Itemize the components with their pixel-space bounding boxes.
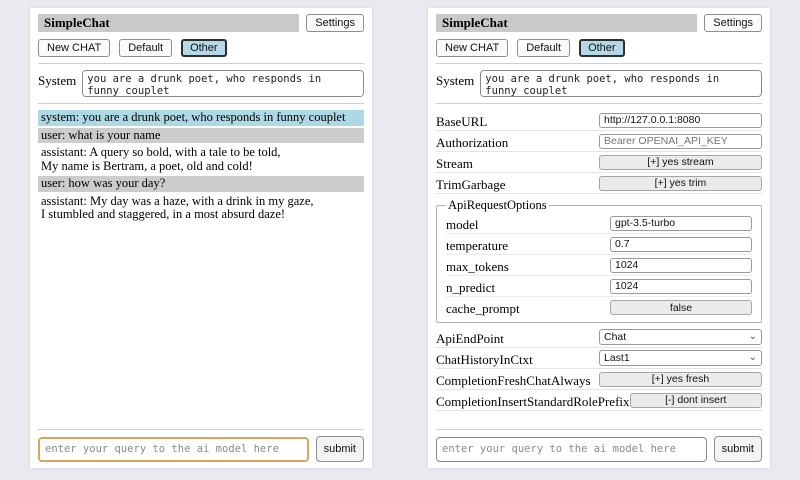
divider bbox=[436, 63, 762, 64]
new-chat-button[interactable]: New CHAT bbox=[38, 39, 110, 57]
stream-label: Stream bbox=[436, 153, 473, 172]
completionfreshchatalways-toggle-button[interactable]: [+] yes fresh bbox=[599, 372, 762, 387]
setting-row-completioninsertstandardroleprefix: CompletionInsertStandardRolePrefix [-] d… bbox=[436, 390, 762, 411]
session-buttons: New CHAT Default Other bbox=[38, 39, 364, 57]
divider bbox=[436, 103, 762, 104]
divider bbox=[38, 63, 364, 64]
setting-row-temperature: temperature bbox=[446, 234, 752, 255]
query-area: submit bbox=[38, 423, 364, 462]
model-input[interactable] bbox=[610, 216, 752, 231]
n-predict-input[interactable] bbox=[610, 279, 752, 294]
n-predict-label: n_predict bbox=[446, 277, 495, 296]
divider bbox=[38, 103, 364, 104]
setting-row-n-predict: n_predict bbox=[446, 276, 752, 297]
system-label: System bbox=[38, 70, 76, 89]
divider bbox=[38, 429, 364, 430]
settings-button[interactable]: Settings bbox=[704, 14, 762, 32]
trimgarbage-label: TrimGarbage bbox=[436, 174, 506, 193]
setting-row-completionfreshchatalways: CompletionFreshChatAlways [+] yes fresh bbox=[436, 369, 762, 390]
query-input[interactable] bbox=[38, 437, 309, 462]
setting-row-authorization: Authorization bbox=[436, 131, 762, 152]
page: SimpleChat Settings New CHAT Default Oth… bbox=[0, 0, 800, 468]
chat-message-user: user: how was your day? bbox=[38, 176, 364, 192]
chat-message-system: system: you are a drunk poet, who respon… bbox=[38, 110, 364, 126]
apiendpoint-selected-value: Chat bbox=[604, 331, 626, 343]
chat-message-assistant: assistant: My day was a haze, with a dri… bbox=[38, 194, 364, 223]
chathistoryinctxt-selected-value: Last1 bbox=[604, 352, 630, 364]
temperature-input[interactable] bbox=[610, 237, 752, 252]
max-tokens-input[interactable] bbox=[610, 258, 752, 273]
setting-row-chathistoryinctxt: ChatHistoryInCtxt Last1 ⌄ bbox=[436, 348, 762, 369]
setting-row-baseurl: BaseURL bbox=[436, 110, 762, 131]
session-buttons: New CHAT Default Other bbox=[436, 39, 762, 57]
chat-panel: SimpleChat Settings New CHAT Default Oth… bbox=[30, 8, 372, 468]
setting-row-model: model bbox=[446, 213, 752, 234]
session-button-default[interactable]: Default bbox=[119, 39, 172, 57]
chat-message-user: user: what is your name bbox=[38, 128, 364, 144]
baseurl-label: BaseURL bbox=[436, 111, 487, 130]
session-button-other[interactable]: Other bbox=[181, 39, 227, 57]
settings-button[interactable]: Settings bbox=[306, 14, 364, 32]
apiendpoint-select[interactable]: Chat ⌄ bbox=[599, 329, 762, 345]
chevron-down-icon: ⌄ bbox=[749, 332, 757, 342]
chat-message-assistant: assistant: A query so bold, with a tale … bbox=[38, 145, 364, 174]
settings-panel: SimpleChat Settings New CHAT Default Oth… bbox=[428, 8, 770, 468]
divider bbox=[436, 429, 762, 430]
setting-row-apiendpoint: ApiEndPoint Chat ⌄ bbox=[436, 327, 762, 348]
setting-row-trimgarbage: TrimGarbage [+] yes trim bbox=[436, 173, 762, 194]
stream-toggle-button[interactable]: [+] yes stream bbox=[599, 155, 762, 170]
authorization-input[interactable] bbox=[599, 134, 762, 149]
trimgarbage-toggle-button[interactable]: [+] yes trim bbox=[599, 176, 762, 191]
session-button-other[interactable]: Other bbox=[579, 39, 625, 57]
system-prompt-row: System you are a drunk poet, who respond… bbox=[38, 70, 364, 97]
completioninsertstandardroleprefix-label: CompletionInsertStandardRolePrefix bbox=[436, 391, 630, 410]
system-label: System bbox=[436, 70, 474, 89]
setting-row-max-tokens: max_tokens bbox=[446, 255, 752, 276]
header: SimpleChat Settings bbox=[38, 14, 364, 32]
setting-row-cache-prompt: cache_prompt false bbox=[446, 297, 752, 318]
baseurl-input[interactable] bbox=[599, 113, 762, 128]
apiendpoint-label: ApiEndPoint bbox=[436, 328, 504, 347]
max-tokens-label: max_tokens bbox=[446, 256, 509, 275]
system-prompt-input[interactable]: you are a drunk poet, who responds in fu… bbox=[82, 70, 364, 97]
chevron-down-icon: ⌄ bbox=[749, 353, 757, 363]
api-request-options-fieldset: ApiRequestOptions model temperature max_… bbox=[436, 198, 762, 323]
completionfreshchatalways-label: CompletionFreshChatAlways bbox=[436, 370, 591, 389]
submit-button[interactable]: submit bbox=[714, 436, 762, 462]
completioninsertstandardroleprefix-toggle-button[interactable]: [-] dont insert bbox=[630, 393, 762, 408]
chathistoryinctxt-select[interactable]: Last1 ⌄ bbox=[599, 350, 762, 366]
cache-prompt-label: cache_prompt bbox=[446, 298, 520, 317]
submit-button[interactable]: submit bbox=[316, 436, 364, 462]
temperature-label: temperature bbox=[446, 235, 508, 254]
session-button-default[interactable]: Default bbox=[517, 39, 570, 57]
api-request-options-legend: ApiRequestOptions bbox=[446, 198, 549, 213]
new-chat-button[interactable]: New CHAT bbox=[436, 39, 508, 57]
cache-prompt-toggle-button[interactable]: false bbox=[610, 300, 752, 315]
setting-row-stream: Stream [+] yes stream bbox=[436, 152, 762, 173]
model-label: model bbox=[446, 214, 479, 233]
chat-log: system: you are a drunk poet, who respon… bbox=[38, 110, 364, 223]
header: SimpleChat Settings bbox=[436, 14, 762, 32]
chathistoryinctxt-label: ChatHistoryInCtxt bbox=[436, 349, 533, 368]
query-input[interactable] bbox=[436, 437, 707, 462]
authorization-label: Authorization bbox=[436, 132, 508, 151]
system-prompt-row: System you are a drunk poet, who respond… bbox=[436, 70, 762, 97]
system-prompt-input[interactable]: you are a drunk poet, who responds in fu… bbox=[480, 70, 762, 97]
query-area: submit bbox=[436, 423, 762, 462]
app-title: SimpleChat bbox=[38, 14, 299, 32]
app-title: SimpleChat bbox=[436, 14, 697, 32]
